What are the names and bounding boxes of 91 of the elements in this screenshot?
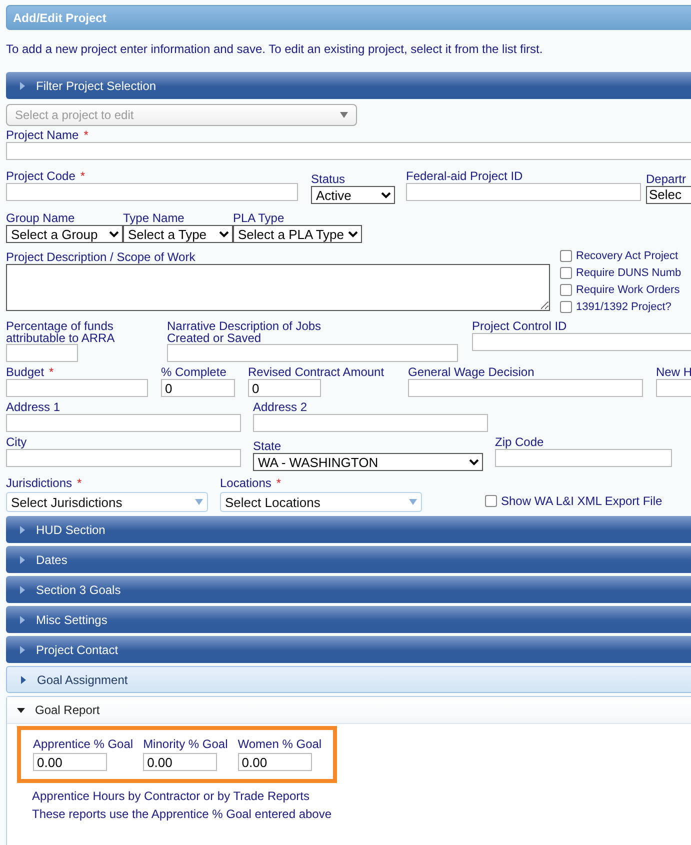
- intro-text: To add a new project enter information and save. To edit an existing project, select it from the list first.: [6, 42, 544, 56]
- field-label: Revised Contract Amount: [248, 366, 386, 379]
- section-header[interactable]: Goal Report: [7, 697, 691, 724]
- checkbox-label: Require Work Orders: [576, 284, 680, 296]
- required-mark: *: [276, 477, 282, 490]
- checkbox[interactable]: [560, 250, 572, 262]
- field-label: Jurisdictions: [6, 477, 72, 490]
- address1-field[interactable]: [6, 414, 241, 432]
- required-mark: *: [49, 366, 54, 379]
- expand-down-icon: [17, 706, 25, 714]
- section-header[interactable]: Section 3 Goals: [6, 576, 691, 603]
- federal-aid-id-field[interactable]: [406, 183, 641, 201]
- state-select[interactable]: WA - WASHINGTON: [253, 453, 483, 471]
- required-mark: *: [84, 129, 88, 142]
- narrative-field[interactable]: [167, 344, 458, 362]
- expand-right-icon: [19, 676, 27, 684]
- section-header[interactable]: Project Contact: [6, 636, 691, 663]
- field-label: Group Name: [6, 212, 76, 225]
- arra-percentage-field[interactable]: [6, 344, 78, 362]
- field-label: PLA Type: [233, 212, 286, 225]
- field-label: Departr: [646, 173, 688, 186]
- field-label: Apprentice % Goal: [33, 738, 134, 751]
- field-label: City: [6, 436, 28, 449]
- note-text: These reports use the Apprentice % Goal entered above: [32, 807, 333, 821]
- revised-amount-field[interactable]: 0: [248, 379, 321, 397]
- field-label: Minority % Goal: [143, 738, 228, 751]
- address2-field[interactable]: [253, 414, 488, 432]
- section-header[interactable]: Dates: [6, 546, 691, 573]
- field-label: Project Code: [6, 170, 76, 183]
- expand-right-icon: [18, 586, 26, 594]
- field-label: General Wage Decision: [408, 366, 536, 379]
- field-label: New H: [656, 366, 691, 379]
- checkbox-label: 1391/1392 Project?: [576, 300, 672, 312]
- locations-select[interactable]: Select Locations: [220, 492, 422, 512]
- zip-code-field[interactable]: [495, 449, 672, 467]
- checkbox[interactable]: [560, 266, 572, 278]
- checkbox-label: Show WA L&I XML Export File: [501, 494, 662, 508]
- expand-right-icon: [18, 616, 26, 624]
- expand-right-icon: [18, 526, 26, 534]
- checkbox[interactable]: [485, 494, 497, 506]
- field-label: Women % Goal: [238, 738, 322, 751]
- required-mark: *: [80, 170, 86, 183]
- checkbox-label: Recovery Act Project: [576, 250, 678, 262]
- goal-field[interactable]: 0.00: [238, 753, 312, 771]
- wage-decision-field[interactable]: [408, 379, 643, 397]
- field-label: Address 2: [253, 401, 308, 414]
- section-header[interactable]: Goal Assignment: [6, 666, 691, 693]
- expand-right-icon: [18, 556, 26, 564]
- note-text: Apprentice Hours by Contractor or by Trade Reports: [32, 789, 310, 803]
- city-field[interactable]: [6, 449, 241, 467]
- project-name-field[interactable]: [6, 142, 691, 160]
- checkbox[interactable]: [560, 284, 572, 296]
- caret-icon: [340, 112, 348, 118]
- status-select[interactable]: Active: [311, 186, 395, 204]
- department-select[interactable]: Selec: [646, 186, 691, 204]
- field-label: Federal-aid Project ID: [406, 170, 524, 183]
- field-label: Type Name: [123, 212, 186, 225]
- field-label: Percentage of funds attributable to ARRA: [6, 320, 116, 344]
- control-id-field[interactable]: [472, 333, 691, 351]
- checkbox[interactable]: [560, 300, 572, 312]
- caret-icon: [409, 499, 417, 505]
- field-label: % Complete: [161, 366, 228, 379]
- percent-complete-field[interactable]: 0: [161, 379, 235, 397]
- field-label: Project Control ID: [472, 320, 568, 333]
- expand-right-icon: [18, 82, 26, 90]
- goal-field[interactable]: 0.00: [143, 753, 218, 771]
- description-field[interactable]: [6, 264, 550, 311]
- field-label: Zip Code: [495, 436, 545, 449]
- jurisdictions-select[interactable]: Select Jurisdictions: [6, 492, 208, 512]
- field-label: Project Description / Scope of Work: [6, 251, 196, 264]
- section-header[interactable]: Misc Settings: [6, 606, 691, 633]
- required-mark: *: [77, 477, 82, 490]
- caret-icon: [195, 499, 203, 505]
- expand-right-icon: [18, 646, 26, 654]
- pla-type-select[interactable]: Select a PLA Type: [233, 225, 362, 243]
- type-select[interactable]: Select a Type: [123, 225, 233, 243]
- field-label: Locations: [220, 477, 272, 490]
- field-label: Status: [311, 173, 346, 186]
- section-header[interactable]: HUD Section: [6, 516, 691, 543]
- section-header[interactable]: Filter Project Selection: [6, 72, 691, 99]
- field-label: Budget: [6, 366, 44, 379]
- checkbox-label: Require DUNS Numb: [576, 266, 682, 278]
- field-label: Project Name: [6, 129, 79, 142]
- budget-field[interactable]: [6, 379, 148, 397]
- goal-field[interactable]: 0.00: [33, 753, 107, 771]
- project-code-field[interactable]: [6, 183, 298, 201]
- field-label: Address 1: [6, 401, 62, 414]
- group-select[interactable]: Select a Group: [6, 225, 123, 243]
- panel-title: Add/Edit Project: [13, 10, 106, 24]
- field-label: State: [253, 440, 282, 453]
- field-label: Narrative Description of Jobs Created or Saved: [167, 320, 322, 344]
